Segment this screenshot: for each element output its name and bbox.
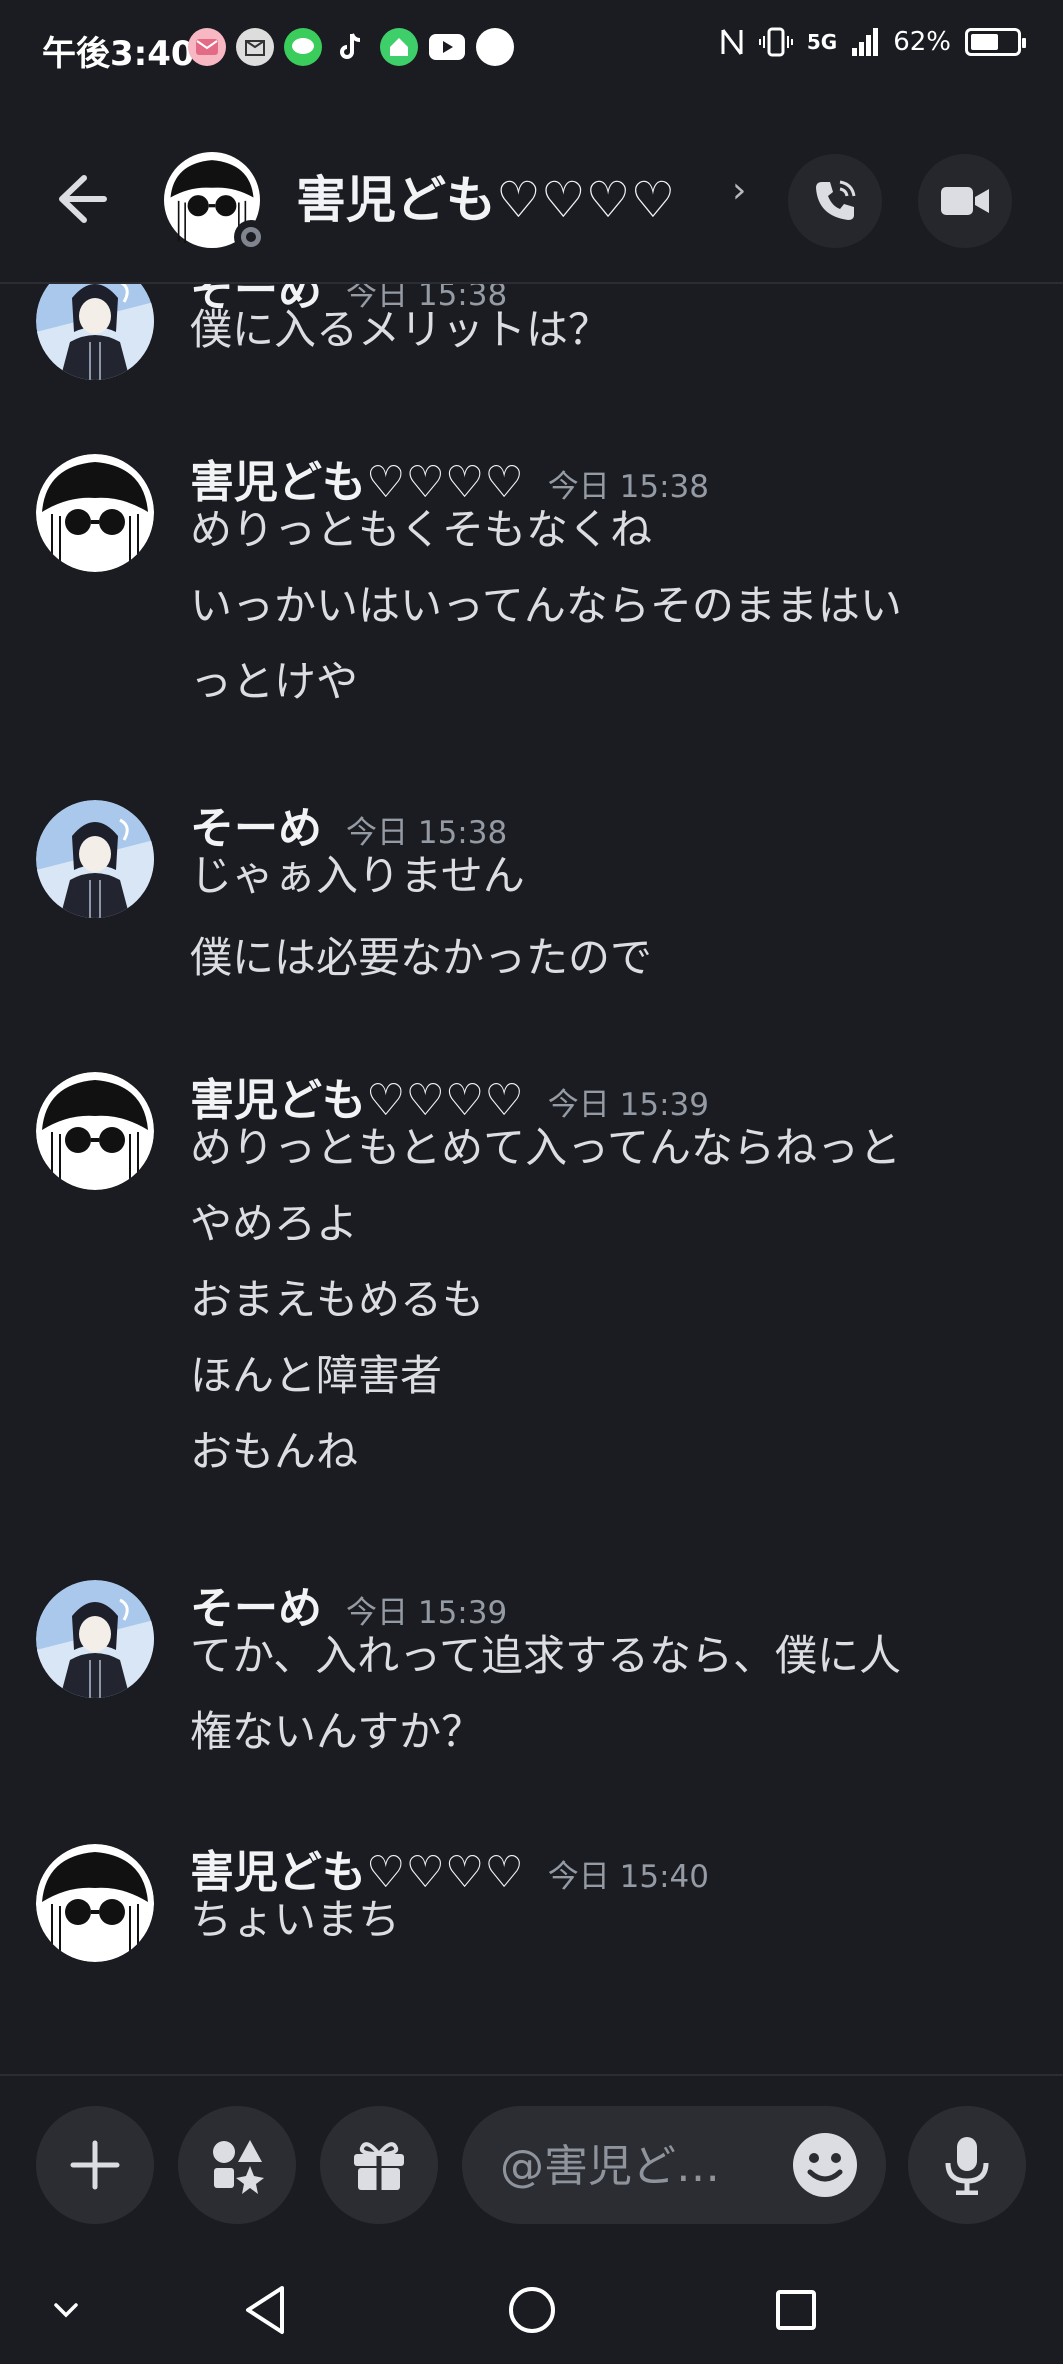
back-arrow-icon[interactable]	[48, 166, 114, 232]
line-icon	[284, 28, 322, 66]
nav-recents-button[interactable]	[764, 2278, 828, 2342]
message-text-line[interactable]: いっかいはいってんならそのままはい	[190, 568, 1010, 644]
message-text-line[interactable]: てか、入れって追求するなら、僕に人	[190, 1618, 1010, 1694]
message-text-line[interactable]: やめろよ	[190, 1186, 1010, 1262]
user-avatar[interactable]	[36, 1072, 154, 1190]
home-app-icon	[380, 28, 418, 66]
dot-icon	[476, 28, 514, 66]
nav-back-button[interactable]	[234, 2278, 298, 2342]
message-list[interactable]: そーめ 今日 15:38 僕に入るメリットは？ 害児ども♡♡♡♡ 今日 15:38 めりっ…	[0, 284, 1063, 2074]
message-text-line[interactable]: おもんね	[190, 1414, 1010, 1490]
message-text-line[interactable]: めりっともとめて入ってんならねっと	[190, 1110, 1010, 1186]
user-avatar[interactable]	[36, 800, 154, 918]
microphone-icon	[945, 2137, 989, 2195]
battery-percent: 62%	[893, 27, 951, 57]
apps-button[interactable]	[178, 2106, 296, 2224]
nav-home-button[interactable]	[500, 2278, 564, 2342]
user-avatar[interactable]	[36, 1844, 154, 1962]
message-text-line[interactable]: 僕には必要なかったので	[190, 920, 1010, 996]
voice-call-button[interactable]	[788, 154, 882, 248]
message-composer	[0, 2074, 1063, 2256]
battery-icon	[965, 28, 1026, 56]
discord-dm-screen: 午後3:40 5G 62% 害児ども♡♡♡♡ › そーめ 今日 15:38 僕に…	[0, 0, 1063, 2364]
notification-icons	[188, 28, 514, 66]
message-text-line[interactable]: 権ないんすか？	[190, 1694, 1010, 1770]
vibrate-icon	[758, 27, 793, 57]
message-text-line[interactable]: じゃぁ入りません	[190, 838, 1010, 914]
voice-message-button[interactable]	[908, 2106, 1026, 2224]
video-call-button[interactable]	[918, 154, 1012, 248]
circle-home-icon	[509, 2287, 555, 2333]
message-text-line[interactable]: っとけや	[190, 644, 1010, 720]
tiktok-icon	[332, 28, 370, 66]
system-indicators: 5G 62%	[719, 26, 1026, 58]
video-camera-icon	[941, 187, 989, 215]
user-avatar[interactable]	[36, 284, 154, 380]
message-text-line[interactable]: 僕に入るメリットは？	[190, 292, 1010, 368]
chat-header: 害児ども♡♡♡♡ ›	[0, 96, 1063, 284]
gift-button[interactable]	[320, 2106, 438, 2224]
nfc-icon	[721, 29, 743, 55]
user-avatar[interactable]	[36, 1580, 154, 1698]
nav-hide-keyboard-button[interactable]	[34, 2278, 98, 2342]
battery-fill	[971, 34, 998, 50]
plus-icon	[70, 2140, 120, 2190]
package-icon	[236, 28, 274, 66]
add-attachment-button[interactable]	[36, 2106, 154, 2224]
mail-icon	[188, 28, 226, 66]
triangle-back-icon	[246, 2286, 284, 2334]
message-text-line[interactable]: めりっともくそもなくね	[190, 492, 1010, 568]
chevron-down-icon	[54, 2303, 78, 2318]
user-avatar[interactable]	[36, 454, 154, 572]
message-input-container[interactable]	[462, 2106, 886, 2226]
status-time: 午後3:40	[42, 34, 195, 74]
message-text-line[interactable]: おまえもめるも	[190, 1262, 1010, 1338]
chat-title[interactable]: 害児ども♡♡♡♡	[296, 160, 675, 232]
youtube-icon	[428, 28, 466, 66]
signal-icon	[852, 28, 879, 56]
chevron-right-icon[interactable]: ›	[732, 170, 746, 211]
system-navigation-bar	[0, 2254, 1063, 2364]
apps-shapes-icon	[213, 2140, 264, 2194]
square-recents-icon	[776, 2290, 816, 2330]
network-type: 5G	[806, 30, 838, 54]
offline-status-icon	[234, 220, 268, 254]
message-text-line[interactable]: ちょいまち	[190, 1882, 1010, 1958]
message-input[interactable]	[498, 2106, 752, 2226]
header-avatar[interactable]	[164, 152, 268, 254]
phone-call-icon	[816, 180, 856, 220]
status-bar: 午後3:40 5G 62%	[0, 0, 1063, 96]
gift-icon	[354, 2142, 404, 2190]
message-text-line[interactable]: ほんと障害者	[190, 1338, 1010, 1414]
emoji-icon[interactable]	[792, 2132, 858, 2198]
